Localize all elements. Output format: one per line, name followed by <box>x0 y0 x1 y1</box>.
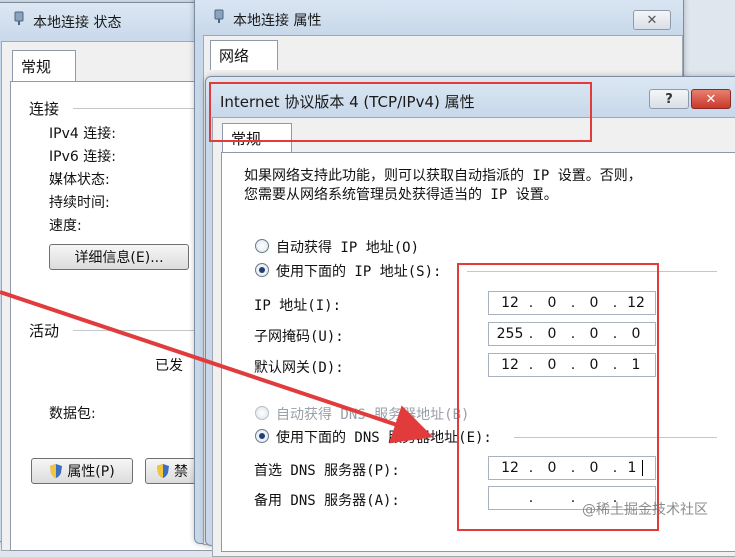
ip-dot: . <box>570 295 576 311</box>
ipv4-description-line1: 如果网络支持此功能，则可以获取自动指派的 IP 设置。否则， <box>244 168 642 184</box>
subnet-mask-field[interactable]: 255 . 0 . 0 . 0 <box>488 322 656 346</box>
ipv6-connectivity-label: IPv6 连接: <box>49 149 116 165</box>
properties-button[interactable]: 属性(P) <box>31 458 133 484</box>
watermark: @稀土掘金技术社区 <box>582 502 708 518</box>
ip-octet-1: 12 <box>501 295 519 311</box>
auto-ip-label[interactable]: 自动获得 IP 地址(O) <box>276 237 419 257</box>
manual-ip-radio[interactable] <box>255 263 269 277</box>
status-window: 本地连接 状态 常规 连接 IPv4 连接: IPv6 连接: 媒体状态: 持续… <box>0 2 225 551</box>
uac-shield-icon <box>50 464 63 478</box>
help-button[interactable]: ? <box>649 89 689 109</box>
tab-general-status[interactable]: 常规 <box>12 50 76 82</box>
details-button[interactable]: 详细信息(E)... <box>49 244 189 270</box>
auto-dns-radio[interactable] <box>255 406 269 420</box>
ip-dot: . <box>528 295 534 311</box>
help-icon: ? <box>665 91 673 107</box>
manual-ip-group-line <box>467 271 717 272</box>
ipv4-dialog-client: 常规 如果网络支持此功能，则可以获取自动指派的 IP 设置。否则， 您需要从网络… <box>212 117 735 557</box>
pdns-octet-2: 0 <box>547 460 557 476</box>
ip-dot: . <box>612 295 618 311</box>
manual-ip-label[interactable]: 使用下面的 IP 地址(S): <box>276 261 441 281</box>
ip-address-field[interactable]: 12 . 0 . 0 . 12 <box>488 291 656 315</box>
ipv4-connectivity-label: IPv4 连接: <box>49 126 116 142</box>
ipv4-tab-page: 如果网络支持此功能，则可以获取自动指派的 IP 设置。否则， 您需要从网络系统管… <box>221 152 735 552</box>
ip-dot: . <box>612 326 618 342</box>
tab-networking[interactable]: 网络 <box>210 40 278 70</box>
uac-shield-icon <box>157 464 169 478</box>
network-adapter-icon <box>14 11 24 25</box>
preferred-dns-label: 首选 DNS 服务器(P): <box>254 463 400 479</box>
status-window-client: 常规 连接 IPv4 连接: IPv6 连接: 媒体状态: 持续时间: 速度: … <box>1 41 225 551</box>
ipv4-dialog-title: Internet 协议版本 4 (TCP/IPv4) 属性 <box>220 93 475 111</box>
status-tab-page: 连接 IPv4 连接: IPv6 连接: 媒体状态: 持续时间: 速度: 详细信… <box>10 81 225 551</box>
mask-octet-1: 255 <box>496 326 524 342</box>
sent-label: 已发 <box>155 358 183 374</box>
ip-octet-4: 12 <box>627 295 645 311</box>
ip-dot: . <box>612 357 618 373</box>
ipv4-close-button[interactable]: ✕ <box>691 89 731 109</box>
auto-dns-label[interactable]: 自动获得 DNS 服务器地址(B) <box>276 404 469 424</box>
ip-dot: . <box>570 490 576 506</box>
mask-octet-4: 0 <box>631 326 641 342</box>
network-adapter-icon <box>214 9 224 23</box>
ip-dot: . <box>570 357 576 373</box>
manual-dns-label[interactable]: 使用下面的 DNS 服务器地址(E): <box>276 427 492 447</box>
tab-general-ipv4[interactable]: 常规 <box>222 123 292 153</box>
ip-dot: . <box>528 460 534 476</box>
default-gateway-field[interactable]: 12 . 0 . 0 . 1 <box>488 353 656 377</box>
gateway-octet-4: 1 <box>631 357 641 373</box>
manual-dns-group-line <box>514 437 717 438</box>
mask-octet-3: 0 <box>589 326 599 342</box>
alternate-dns-label: 备用 DNS 服务器(A): <box>254 493 400 509</box>
gateway-octet-1: 12 <box>501 357 519 373</box>
ipv4-dialog-titlebar[interactable]: Internet 协议版本 4 (TCP/IPv4) 属性 ? ✕ <box>206 77 735 111</box>
disable-button-label: 禁 <box>174 464 188 480</box>
close-icon: ✕ <box>705 91 717 107</box>
pdns-octet-3: 0 <box>589 460 599 476</box>
ip-dot: . <box>570 326 576 342</box>
ip-octet-2: 0 <box>547 295 557 311</box>
auto-ip-radio[interactable] <box>255 239 269 253</box>
media-state-label: 媒体状态: <box>49 172 110 188</box>
subnet-mask-label: 子网掩码(U): <box>254 329 344 345</box>
properties-button-label: 属性(P) <box>67 464 115 480</box>
ip-dot: . <box>570 460 576 476</box>
ipv4-properties-dialog: Internet 协议版本 4 (TCP/IPv4) 属性 ? ✕ 常规 如果网… <box>205 76 735 557</box>
default-gateway-label: 默认网关(D): <box>254 360 344 376</box>
ip-dot: . <box>528 357 534 373</box>
ip-dot: . <box>528 490 534 506</box>
properties-close-button[interactable]: ✕ <box>633 10 671 30</box>
ip-address-label: IP 地址(I): <box>254 298 342 314</box>
status-window-title: 本地连接 状态 <box>33 15 122 31</box>
ip-dot: . <box>528 326 534 342</box>
activity-heading: 活动 <box>29 322 60 340</box>
gateway-octet-3: 0 <box>589 357 599 373</box>
ip-octet-3: 0 <box>589 295 599 311</box>
duration-label: 持续时间: <box>49 195 110 211</box>
preferred-dns-field[interactable]: 12 . 0 . 0 . 1 <box>488 456 656 480</box>
close-icon: ✕ <box>646 12 658 28</box>
speed-label: 速度: <box>49 218 82 234</box>
gateway-octet-2: 0 <box>547 357 557 373</box>
status-window-titlebar[interactable]: 本地连接 状态 <box>0 3 203 37</box>
pdns-octet-1: 12 <box>501 460 519 476</box>
properties-window-titlebar[interactable]: 本地连接 属性 ✕ <box>195 0 683 30</box>
pdns-octet-4: 1 <box>627 460 637 476</box>
manual-dns-radio[interactable] <box>255 429 269 443</box>
connection-heading: 连接 <box>29 100 60 118</box>
text-cursor <box>642 460 643 476</box>
packets-label: 数据包: <box>49 406 96 422</box>
mask-octet-2: 0 <box>547 326 557 342</box>
ipv4-description-line2: 您需要从网络系统管理员处获得适当的 IP 设置。 <box>244 187 558 203</box>
properties-window-title: 本地连接 属性 <box>233 13 322 29</box>
